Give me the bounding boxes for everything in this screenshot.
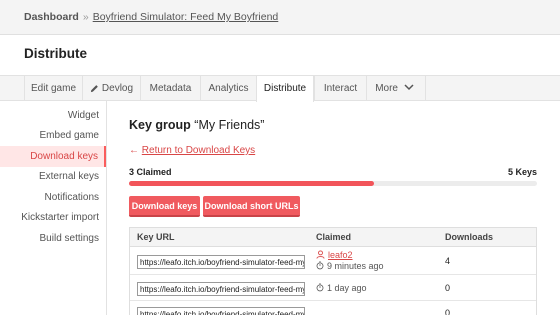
download-short-urls-button[interactable]: Download short URLs	[203, 196, 300, 217]
return-link[interactable]: ← Return to Download Keys	[129, 145, 255, 156]
return-link-label: Return to Download Keys	[141, 145, 256, 156]
key-url-field[interactable]	[137, 255, 305, 269]
claimed-time-text: 9 minutes ago	[327, 261, 384, 271]
table-header: Key URL Claimed Downloads	[130, 228, 536, 247]
tab-label: Analytics	[208, 83, 249, 94]
tab-label: Distribute	[263, 83, 307, 94]
sidebar-item-kickstarter-import[interactable]: Kickstarter import	[21, 212, 99, 223]
tab-analytics[interactable]: Analytics	[200, 76, 256, 101]
tab-bar: Edit game Devlog Metadata Analytics Dist…	[0, 75, 560, 102]
tab-more[interactable]: More	[366, 76, 426, 101]
sidebar-item-download-keys[interactable]: Download keys	[0, 146, 106, 167]
chevron-down-icon	[404, 84, 414, 91]
table-row: 1 day ago 0	[130, 275, 536, 301]
sidebar-item-build-settings[interactable]: Build settings	[40, 233, 99, 244]
claimed-progress-fill	[129, 181, 374, 186]
header-key-url: Key URL	[137, 232, 175, 242]
breadcrumb-dashboard-link[interactable]: Dashboard	[24, 11, 79, 23]
download-count: 4	[445, 256, 451, 266]
page-title: Distribute	[24, 46, 88, 61]
tab-interact[interactable]: Interact	[314, 76, 366, 101]
claimed-time: 9 minutes ago	[316, 261, 384, 271]
key-url-field[interactable]	[137, 282, 305, 296]
header-downloads: Downloads	[445, 232, 494, 242]
claimed-user-link[interactable]: leafo2	[316, 250, 353, 260]
breadcrumb-project-link[interactable]: Boyfriend Simulator: Feed My Boyfriend	[93, 11, 279, 23]
tab-label: Edit game	[30, 83, 77, 94]
stopwatch-icon	[316, 261, 324, 270]
sidebar-item-embed-game[interactable]: Embed game	[40, 130, 99, 141]
tab-label: Interact	[323, 83, 358, 94]
stopwatch-icon	[316, 283, 324, 292]
main-content: Key group “My Friends” ← Return to Downl…	[107, 101, 560, 315]
sidebar-item-external-keys[interactable]: External keys	[39, 171, 99, 182]
sidebar-item-notifications[interactable]: Notifications	[45, 192, 99, 203]
header-claimed: Claimed	[316, 232, 352, 242]
key-group-heading: Key group “My Friends”	[129, 118, 264, 132]
tab-edit-game[interactable]: Edit game	[24, 76, 82, 101]
tab-label: More	[375, 83, 398, 94]
key-url-field[interactable]	[137, 307, 305, 315]
breadcrumb: Dashboard» Boyfriend Simulator: Feed My B…	[24, 11, 278, 23]
table-row: 0	[130, 301, 536, 315]
claimed-progress-bar	[129, 181, 537, 186]
keys-table: Key URL Claimed Downloads leafo2 9 minut…	[129, 227, 537, 315]
top-bar: Dashboard» Boyfriend Simulator: Feed My B…	[0, 0, 560, 35]
claimed-time: 1 day ago	[316, 283, 367, 293]
tab-label: Metadata	[149, 83, 192, 94]
claimed-user-name: leafo2	[328, 250, 353, 260]
user-icon	[316, 250, 325, 259]
tab-metadata[interactable]: Metadata	[140, 76, 200, 101]
download-count: 0	[445, 283, 451, 293]
download-count: 0	[445, 308, 451, 315]
tab-devlog[interactable]: Devlog	[82, 76, 140, 101]
total-keys: 5 Keys	[507, 167, 537, 177]
heading-prefix: Key group	[129, 118, 191, 132]
claimed-time-text: 1 day ago	[327, 283, 367, 293]
table-row: leafo2 9 minutes ago 4	[130, 247, 536, 275]
download-keys-button[interactable]: Download keys	[129, 196, 200, 217]
sidebar-item-label: Download keys	[30, 151, 98, 162]
tab-distribute[interactable]: Distribute	[256, 76, 314, 102]
claimed-count: 3 Claimed	[129, 167, 172, 177]
pencil-icon	[90, 85, 98, 93]
sidebar-item-widget[interactable]: Widget	[68, 110, 99, 121]
back-arrow-icon: ←	[129, 145, 139, 156]
breadcrumb-separator: »	[82, 11, 89, 23]
heading-name: “My Friends”	[194, 118, 265, 132]
tab-label: Devlog	[101, 83, 134, 94]
